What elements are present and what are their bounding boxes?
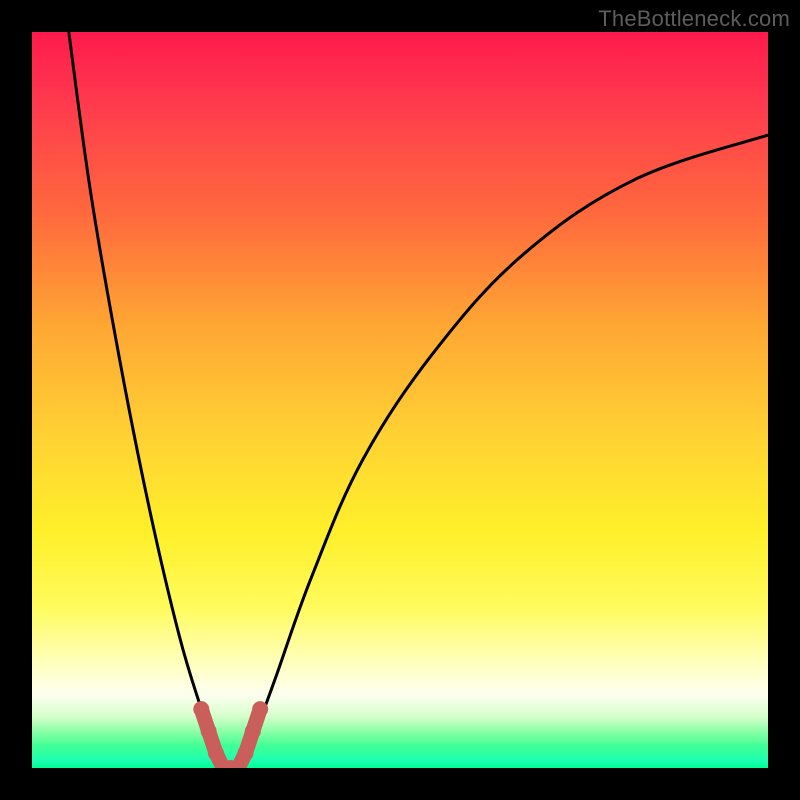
chart-plot-area bbox=[32, 32, 768, 768]
watermark-text: TheBottleneck.com bbox=[598, 6, 790, 32]
accent-dot bbox=[237, 745, 253, 761]
accent-dot bbox=[252, 701, 268, 717]
chart-frame: TheBottleneck.com bbox=[0, 0, 800, 800]
accent-dot bbox=[193, 701, 209, 717]
chart-svg bbox=[32, 32, 768, 768]
right-curve-line bbox=[238, 135, 768, 768]
bottom-accent-dots bbox=[193, 701, 268, 768]
accent-dot bbox=[208, 745, 224, 761]
left-curve-line bbox=[69, 32, 224, 768]
accent-dot bbox=[201, 723, 217, 739]
accent-dot bbox=[245, 723, 261, 739]
